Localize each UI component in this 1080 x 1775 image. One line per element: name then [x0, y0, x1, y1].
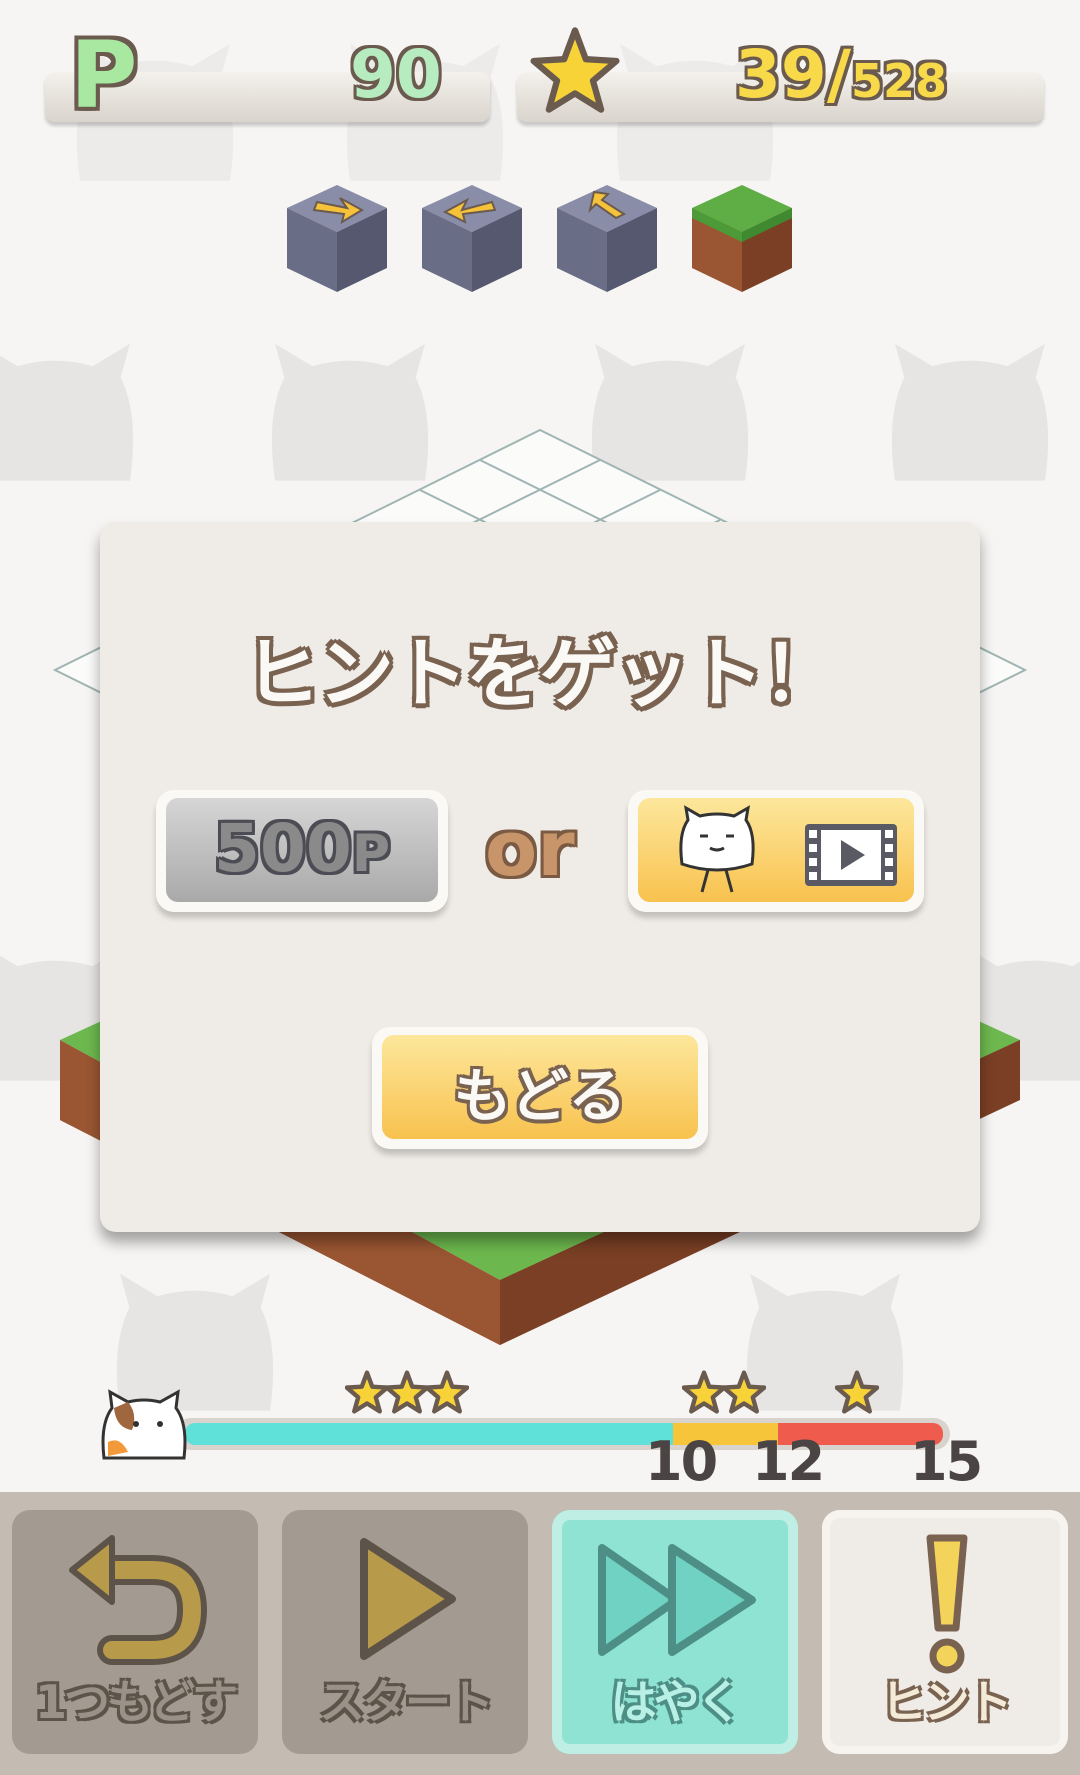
star-icon	[682, 1370, 726, 1414]
star-icon	[385, 1370, 429, 1414]
video-icon	[805, 824, 897, 886]
cat-icon	[679, 805, 755, 893]
progress-segment-3-stars	[185, 1423, 673, 1445]
calico-cat-icon	[101, 1389, 187, 1460]
arrow-block-right	[287, 185, 387, 292]
points-value: 90	[350, 36, 442, 113]
exclamation-icon	[926, 1534, 968, 1674]
back-button[interactable]: もどる	[372, 1027, 708, 1149]
back-button-label: もどる	[453, 1062, 627, 1130]
fast-forward-icon	[598, 1544, 756, 1656]
tick-label: 15	[910, 1430, 983, 1493]
hint-button[interactable]: ヒント	[822, 1510, 1068, 1754]
points-cost-label: 500P	[214, 810, 390, 887]
grass-block	[692, 185, 792, 292]
stars-value: 39/528	[735, 36, 947, 113]
arrow-block-left	[422, 185, 522, 292]
tick-label: 10	[645, 1430, 718, 1493]
star-icon	[345, 1370, 389, 1414]
fast-forward-button[interactable]: はやく	[552, 1510, 798, 1754]
star-icon	[425, 1370, 469, 1414]
hint-label: ヒント	[880, 1675, 1013, 1729]
dialog-title: ヒントをゲット！	[244, 629, 838, 718]
buy-hint-points-button[interactable]: 500P	[156, 790, 448, 912]
tick-label: 12	[752, 1430, 825, 1493]
undo-label: 1つもどす	[34, 1675, 238, 1729]
hint-dialog: ヒントをゲット！ 500P or もどる	[100, 522, 980, 1232]
undo-icon	[69, 1535, 208, 1665]
star-icon	[530, 27, 620, 113]
start-button[interactable]: スタート	[282, 1510, 528, 1754]
undo-button[interactable]: 1つもどす	[12, 1510, 258, 1754]
points-icon: P	[70, 22, 138, 129]
fast-label: はやく	[610, 1675, 743, 1729]
watch-video-button[interactable]	[628, 790, 924, 912]
arrow-block-up	[557, 185, 657, 292]
star-icon	[835, 1370, 879, 1414]
start-label: スタート	[319, 1675, 494, 1729]
or-label: or	[485, 804, 575, 893]
play-icon	[360, 1538, 456, 1660]
star-icon	[722, 1370, 766, 1414]
